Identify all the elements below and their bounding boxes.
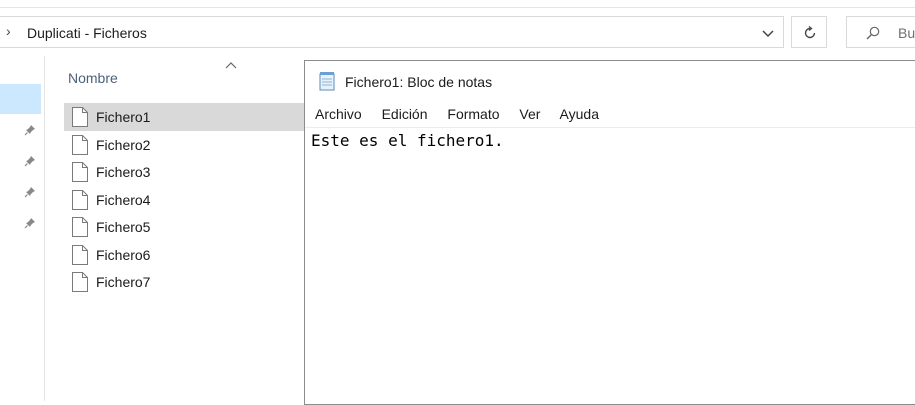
toolbar-divider <box>0 7 915 8</box>
file-name: Fichero7 <box>96 274 151 290</box>
menu-ayuda[interactable]: Ayuda <box>560 106 599 122</box>
menu-edicion[interactable]: Edición <box>382 106 428 122</box>
file-row[interactable]: Fichero1 <box>64 103 305 131</box>
file-name: Fichero4 <box>96 191 151 208</box>
search-icon <box>866 26 880 40</box>
file-row[interactable]: Fichero2 <box>64 131 305 159</box>
file-list: Fichero1 Fichero2 Fichero3 Fichero4 Fich… <box>64 103 305 296</box>
pin-icon[interactable] <box>24 186 36 198</box>
menu-divider <box>305 127 915 128</box>
menu-ver[interactable]: Ver <box>519 106 540 122</box>
chevron-right-icon[interactable]: › <box>6 23 11 39</box>
file-name: Fichero6 <box>96 246 151 263</box>
notepad-icon <box>319 72 335 91</box>
file-row[interactable]: Fichero3 <box>64 158 305 186</box>
refresh-button[interactable] <box>791 16 827 48</box>
menu-archivo[interactable]: Archivo <box>315 106 362 122</box>
document-icon <box>72 189 88 210</box>
pin-icon[interactable] <box>24 124 36 136</box>
breadcrumb[interactable]: Duplicati - Ficheros <box>27 25 147 41</box>
menu-formato[interactable]: Formato <box>447 106 499 122</box>
pin-icon[interactable] <box>24 217 36 229</box>
file-row[interactable]: Fichero5 <box>64 213 305 241</box>
address-bar[interactable]: › Duplicati - Ficheros <box>0 16 784 48</box>
file-name: Fichero1 <box>96 109 151 125</box>
file-name: Fichero2 <box>96 136 151 153</box>
window-title: Fichero1: Bloc de notas <box>345 74 493 90</box>
file-name: Fichero3 <box>96 164 151 180</box>
column-header-name[interactable]: Nombre <box>68 70 118 86</box>
notepad-window: Fichero1: Bloc de notas Archivo Edición … <box>304 60 915 405</box>
document-icon <box>72 272 88 292</box>
menu-bar: Archivo Edición Formato Ver Ayuda <box>315 106 615 122</box>
document-icon <box>72 134 88 155</box>
text-editor[interactable]: Este es el fichero1. <box>311 131 504 150</box>
navigation-pane <box>0 56 45 401</box>
document-icon <box>72 244 88 265</box>
sort-up-icon <box>225 62 237 69</box>
chevron-down-icon[interactable] <box>760 25 776 41</box>
refresh-icon <box>804 25 816 39</box>
document-icon <box>72 162 88 182</box>
document-icon <box>72 107 88 127</box>
file-row[interactable]: Fichero6 <box>64 241 305 269</box>
search-input[interactable]: Bu <box>846 16 915 48</box>
file-name: Fichero5 <box>96 219 151 235</box>
pin-icon[interactable] <box>24 155 36 167</box>
document-icon <box>72 217 88 237</box>
nav-selected-item[interactable] <box>0 84 41 114</box>
search-placeholder: Bu <box>898 25 915 41</box>
file-row[interactable]: Fichero4 <box>64 186 305 214</box>
file-row[interactable]: Fichero7 <box>64 268 305 296</box>
